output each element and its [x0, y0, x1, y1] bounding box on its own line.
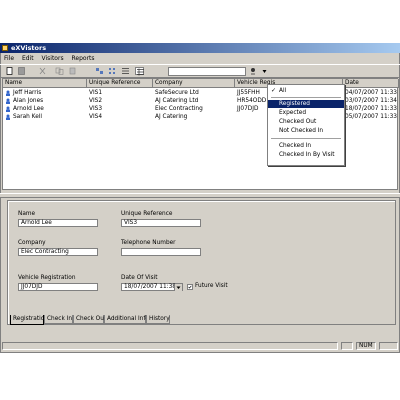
tab-check-out[interactable]: Check Out [73, 315, 106, 324]
name-label: Name [18, 211, 36, 217]
tab-history[interactable]: History [146, 315, 170, 324]
cell-name: Alan Jones [13, 98, 44, 104]
copy-icon[interactable] [55, 67, 64, 75]
paste-icon[interactable] [68, 67, 77, 75]
cell-date: 04/07/2007 11:33 [345, 90, 397, 96]
vehicle-field[interactable]: JJ07DJD [18, 283, 98, 291]
new-icon[interactable] [5, 67, 14, 75]
cell-date: 03/07/2007 11:34 [345, 98, 397, 104]
app-icon [2, 45, 8, 51]
tab-check-in[interactable]: Check In [44, 315, 73, 324]
filter-dropdown-arrow-icon[interactable] [260, 67, 267, 75]
cell-company: AJ Catering [155, 114, 188, 120]
tab-additional-info[interactable]: Additional Info [104, 315, 149, 324]
window-title: eXVistors [11, 44, 47, 52]
filter-item-checked-in-by-visit[interactable]: Checked In By Visit [268, 151, 344, 159]
col-company[interactable]: Company [153, 79, 235, 87]
ref-label: Unique Reference [121, 211, 173, 217]
menu-visitors[interactable]: Visitors [42, 54, 64, 63]
cell-vehicle: JJ07DJD [237, 106, 259, 112]
status-main [2, 342, 338, 350]
filter-item-all[interactable]: ✓ All [268, 87, 344, 95]
status-num: NUM [356, 342, 376, 350]
cell-company: SafeSecure Ltd [155, 90, 199, 96]
menu-reports[interactable]: Reports [72, 54, 95, 63]
filter-item-registered[interactable]: Registered [268, 100, 344, 108]
filter-item-checked-out[interactable]: Checked Out [268, 118, 344, 126]
filter-item-label: All [279, 88, 287, 94]
pane-splitter[interactable] [0, 193, 400, 198]
phone-field[interactable] [121, 248, 201, 256]
future-visit-label: Future Visit [195, 283, 228, 289]
search-input[interactable] [168, 67, 246, 76]
filter-item-checked-in[interactable]: Checked In [268, 142, 344, 150]
menu-file[interactable]: File [4, 54, 14, 63]
cell-vehicle: JJ55FHH [237, 90, 260, 96]
detail-panel: Name Arnold Lee Unique Reference VIS3 Co… [7, 200, 396, 325]
checkmark-icon: ✓ [271, 87, 277, 94]
tab-registration[interactable]: Registration [10, 315, 48, 325]
cell-company: Elec Contracting [155, 106, 203, 112]
cell-date: 05/07/2007 11:33 [345, 114, 397, 120]
title-bar[interactable]: eXVistors [0, 43, 400, 53]
future-visit-checkbox[interactable] [187, 284, 193, 290]
cell-name: Arnold Lee [13, 106, 44, 112]
date-label: Date Of Visit [121, 275, 158, 281]
vehicle-label: Vehicle Registration [18, 275, 76, 281]
filter-icon[interactable] [249, 67, 258, 75]
cut-icon[interactable] [38, 67, 47, 75]
phone-label: Telephone Number [121, 240, 176, 246]
cell-ref: VIS4 [89, 114, 103, 120]
menu-separator [271, 97, 341, 98]
cell-name: Jeff Harris [13, 90, 42, 96]
date-picker[interactable]: 18/07/2007 11:38 [121, 283, 183, 291]
date-dropdown-icon[interactable] [174, 284, 182, 291]
cell-ref: VIS3 [89, 106, 103, 112]
name-field[interactable]: Arnold Lee [18, 219, 98, 227]
filter-item-expected[interactable]: Expected [268, 109, 344, 117]
cell-name: Sarah Kell [13, 114, 42, 120]
date-value: 18/07/2007 11:38 [124, 284, 176, 290]
company-field[interactable]: Elec Contracting [18, 248, 98, 256]
cell-ref: VIS2 [89, 98, 103, 104]
menu-separator [271, 138, 341, 139]
menu-bar: File Edit Visitors Reports [0, 54, 400, 63]
status-bar: NUM [0, 341, 400, 351]
details-view-icon[interactable] [135, 67, 144, 76]
small-icons-icon[interactable] [108, 67, 117, 75]
filter-menu: ✓ All Registered Expected Checked Out No… [267, 84, 345, 166]
checkmark-icon [188, 285, 192, 289]
cell-vehicle [235, 113, 271, 121]
filter-item-not-checked-in[interactable]: Not Checked In [268, 127, 344, 135]
large-icons-icon[interactable] [95, 67, 104, 75]
list-view-icon[interactable] [121, 67, 130, 75]
ref-field[interactable]: VIS3 [121, 219, 201, 227]
col-date[interactable]: Date [343, 79, 399, 87]
save-icon[interactable] [17, 67, 26, 75]
cell-ref: VIS1 [89, 90, 103, 96]
menu-edit[interactable]: Edit [22, 54, 34, 63]
col-ref[interactable]: Unique Reference [87, 79, 153, 87]
toolbar [0, 64, 400, 78]
col-name[interactable]: Name [3, 79, 87, 87]
cell-company: AJ Catering Ltd [155, 98, 199, 104]
cell-date: 18/07/2007 11:33 [345, 106, 397, 112]
company-label: Company [18, 240, 46, 246]
cell-vehicle: HR54ODD [237, 98, 267, 104]
status-scrl [379, 342, 398, 350]
status-caps [341, 342, 353, 350]
